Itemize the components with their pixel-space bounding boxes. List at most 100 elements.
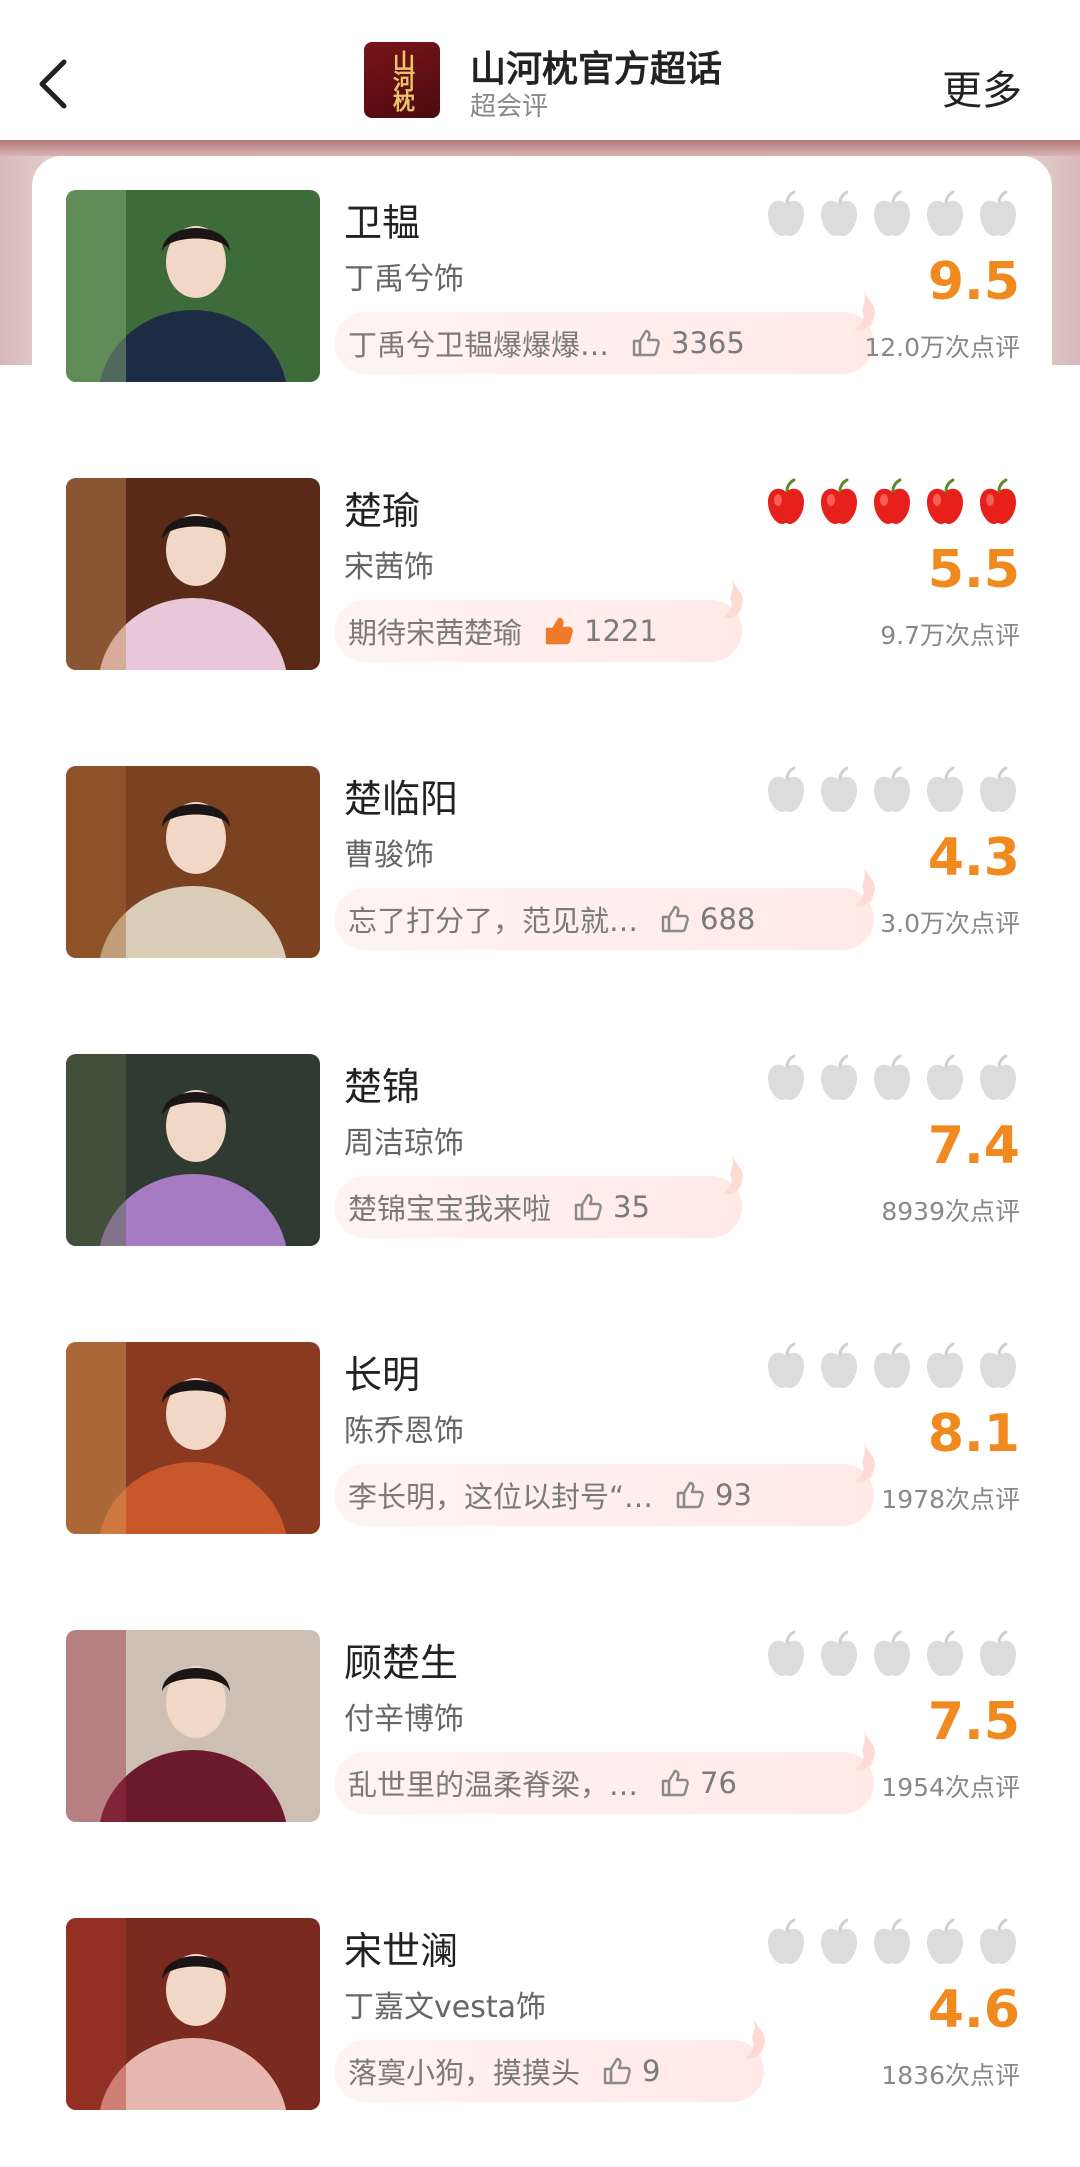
- character-photo[interactable]: [66, 1342, 320, 1534]
- character-photo[interactable]: [66, 766, 320, 958]
- actor-name: 丁禹兮饰: [344, 262, 464, 297]
- average-score: 4.6: [927, 1980, 1020, 2040]
- supertopic-logo[interactable]: 山河枕: [364, 42, 440, 118]
- apple-empty-icon[interactable]: [976, 1918, 1020, 1966]
- like-button[interactable]: 1221: [544, 614, 658, 648]
- top-comment[interactable]: 期待宋茜楚瑜 1221: [334, 578, 743, 662]
- character-row[interactable]: 楚锦 周洁琼饰 楚锦宝宝我来啦 35 7.4 8939次点评: [66, 1054, 1020, 1246]
- apple-rating[interactable]: [764, 190, 1020, 242]
- comment-text: 忘了打分了，范见就…: [348, 904, 639, 938]
- character-name: 楚锦: [344, 1065, 421, 1109]
- actor-name: 陈乔恩饰: [344, 1414, 464, 1449]
- apple-filled-icon[interactable]: [976, 478, 1020, 526]
- hot-flame-icon: [854, 1730, 875, 1771]
- thumbs-up-icon: [632, 329, 660, 357]
- back-arrow-icon[interactable]: [34, 56, 74, 112]
- top-comment[interactable]: 李长明，这位以封号“… 93: [334, 1442, 875, 1526]
- apple-empty-icon[interactable]: [976, 190, 1020, 238]
- apple-empty-icon[interactable]: [764, 766, 808, 814]
- average-score: 8.1: [927, 1404, 1020, 1464]
- top-comment[interactable]: 落寞小狗，摸摸头 9: [334, 2018, 765, 2102]
- apple-empty-icon[interactable]: [764, 1054, 808, 1102]
- character-name: 楚瑜: [344, 489, 421, 533]
- character-photo[interactable]: [66, 1054, 320, 1246]
- top-bar: 山河枕 山河枕官方超话 超会评 更多: [0, 0, 1080, 140]
- apple-rating[interactable]: [764, 1630, 1020, 1682]
- character-photo[interactable]: [66, 478, 320, 670]
- apple-empty-icon[interactable]: [817, 766, 861, 814]
- apple-empty-icon[interactable]: [976, 1630, 1020, 1678]
- character-row[interactable]: 楚瑜 宋茜饰 期待宋茜楚瑜 1221 5.5 9.7万次点评: [66, 478, 1020, 670]
- comment-text: 丁禹兮卫韫爆爆爆…: [348, 328, 610, 362]
- actor-name: 周洁琼饰: [344, 1126, 464, 1161]
- apple-rating[interactable]: [764, 1054, 1020, 1106]
- apple-empty-icon[interactable]: [923, 190, 967, 238]
- apple-filled-icon[interactable]: [817, 478, 861, 526]
- apple-empty-icon[interactable]: [764, 190, 808, 238]
- character-row[interactable]: 卫韫 丁禹兮饰 丁禹兮卫韫爆爆爆… 3365 9.5 12.0万次点评: [66, 190, 1020, 382]
- character-row[interactable]: 顾楚生 付辛博饰 乱世里的温柔脊梁，… 76 7.5 1954次点评: [66, 1630, 1020, 1822]
- apple-empty-icon[interactable]: [817, 190, 861, 238]
- top-comment[interactable]: 楚锦宝宝我来啦 35: [334, 1154, 743, 1238]
- apple-empty-icon[interactable]: [870, 190, 914, 238]
- review-count: 9.7万次点评: [880, 621, 1020, 650]
- character-name: 长明: [344, 1353, 421, 1397]
- character-row[interactable]: 宋世澜 丁嘉文vesta饰 落寞小狗，摸摸头 9 4.6 1836次点评: [66, 1918, 1020, 2110]
- apple-empty-icon[interactable]: [923, 1630, 967, 1678]
- page-title[interactable]: 山河枕官方超话: [470, 40, 722, 92]
- apple-empty-icon[interactable]: [764, 1342, 808, 1390]
- character-name: 顾楚生: [344, 1641, 459, 1685]
- hot-flame-icon: [744, 2018, 765, 2059]
- apple-filled-icon[interactable]: [764, 478, 808, 526]
- page-subtitle: 超会评: [470, 92, 549, 122]
- apple-empty-icon[interactable]: [870, 1918, 914, 1966]
- like-count: 76: [700, 1766, 737, 1800]
- average-score: 7.4: [927, 1116, 1020, 1176]
- apple-empty-icon[interactable]: [870, 1630, 914, 1678]
- character-row[interactable]: 楚临阳 曹骏饰 忘了打分了，范见就… 688 4.3 3.0万次点评: [66, 766, 1020, 958]
- like-button[interactable]: 76: [660, 1766, 737, 1800]
- apple-empty-icon[interactable]: [976, 1342, 1020, 1390]
- character-photo[interactable]: [66, 1630, 320, 1822]
- apple-empty-icon[interactable]: [764, 1630, 808, 1678]
- comment-text: 楚锦宝宝我来啦: [348, 1192, 552, 1226]
- apple-empty-icon[interactable]: [817, 1342, 861, 1390]
- like-button[interactable]: 688: [660, 902, 755, 936]
- top-comment[interactable]: 丁禹兮卫韫爆爆爆… 3365: [334, 290, 875, 374]
- average-score: 7.5: [927, 1692, 1020, 1752]
- top-comment[interactable]: 乱世里的温柔脊梁，… 76: [334, 1730, 875, 1814]
- character-row[interactable]: 长明 陈乔恩饰 李长明，这位以封号“… 93 8.1 1978次点评: [66, 1342, 1020, 1534]
- character-photo[interactable]: [66, 190, 320, 382]
- apple-empty-icon[interactable]: [976, 1054, 1020, 1102]
- apple-empty-icon[interactable]: [923, 1918, 967, 1966]
- more-button[interactable]: 更多: [942, 58, 1022, 116]
- like-button[interactable]: 93: [675, 1478, 752, 1512]
- apple-rating[interactable]: [764, 766, 1020, 818]
- apple-empty-icon[interactable]: [976, 766, 1020, 814]
- apple-rating[interactable]: [764, 1342, 1020, 1394]
- top-comment[interactable]: 忘了打分了，范见就… 688: [334, 866, 875, 950]
- apple-empty-icon[interactable]: [817, 1054, 861, 1102]
- apple-empty-icon[interactable]: [923, 1342, 967, 1390]
- apple-empty-icon[interactable]: [764, 1918, 808, 1966]
- apple-empty-icon[interactable]: [870, 766, 914, 814]
- apple-filled-icon[interactable]: [870, 478, 914, 526]
- apple-empty-icon[interactable]: [870, 1054, 914, 1102]
- comment-text: 落寞小狗，摸摸头: [348, 2056, 581, 2090]
- like-count: 1221: [584, 614, 658, 648]
- apple-empty-icon[interactable]: [817, 1630, 861, 1678]
- thumbs-up-icon: [574, 1193, 602, 1221]
- apple-empty-icon[interactable]: [870, 1342, 914, 1390]
- character-photo[interactable]: [66, 1918, 320, 2110]
- apple-empty-icon[interactable]: [923, 1054, 967, 1102]
- like-button[interactable]: 3365: [631, 326, 745, 360]
- apple-rating[interactable]: [764, 478, 1020, 530]
- like-button[interactable]: 35: [573, 1190, 650, 1224]
- apple-filled-icon[interactable]: [923, 478, 967, 526]
- like-count: 9: [642, 2054, 661, 2088]
- apple-empty-icon[interactable]: [817, 1918, 861, 1966]
- apple-empty-icon[interactable]: [923, 766, 967, 814]
- like-button[interactable]: 9: [602, 2054, 660, 2088]
- apple-rating[interactable]: [764, 1918, 1020, 1970]
- average-score: 5.5: [927, 540, 1020, 600]
